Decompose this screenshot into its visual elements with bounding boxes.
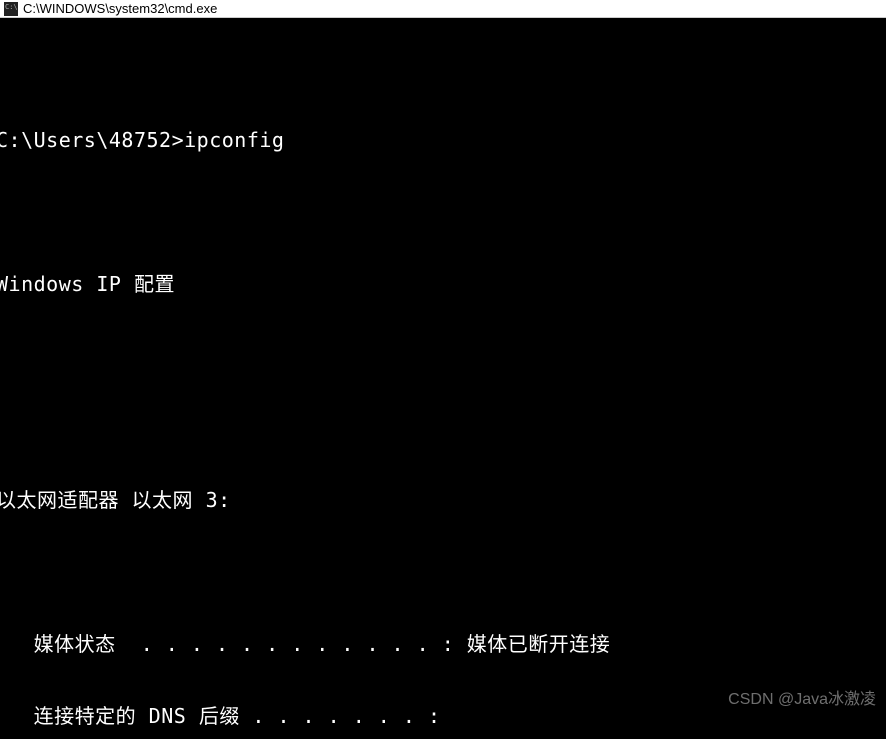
cmd-icon xyxy=(4,2,18,16)
blank-line xyxy=(0,200,886,224)
terminal-area[interactable]: C:\Users\48752>ipconfig Windows IP 配置 以太… xyxy=(0,18,886,739)
output-header: Windows IP 配置 xyxy=(0,272,886,296)
adapter-title: 以太网适配器 以太网 3: xyxy=(0,488,886,512)
row-value: 媒体已断开连接 xyxy=(467,632,611,656)
blank-line xyxy=(0,344,886,368)
blank-line xyxy=(0,560,886,584)
watermark-text: CSDN @Java冰激凌 xyxy=(728,685,876,709)
command-text: ipconfig xyxy=(184,128,284,152)
adapter-row: 媒体状态 . . . . . . . . . . . . : 媒体已断开连接 xyxy=(0,632,886,656)
row-label: 连接特定的 DNS 后缀 . . . . . . . : xyxy=(0,704,440,728)
window-title: C:\WINDOWS\system32\cmd.exe xyxy=(23,1,217,16)
window-titlebar[interactable]: C:\WINDOWS\system32\cmd.exe xyxy=(0,0,886,18)
blank-line xyxy=(0,416,886,440)
prompt-line: C:\Users\48752>ipconfig xyxy=(0,128,886,152)
terminal-content: C:\Users\48752>ipconfig Windows IP 配置 以太… xyxy=(0,66,886,739)
row-label: 媒体状态 . . . . . . . . . . . . : xyxy=(0,632,467,656)
prompt-path: C:\Users\48752> xyxy=(0,128,184,152)
